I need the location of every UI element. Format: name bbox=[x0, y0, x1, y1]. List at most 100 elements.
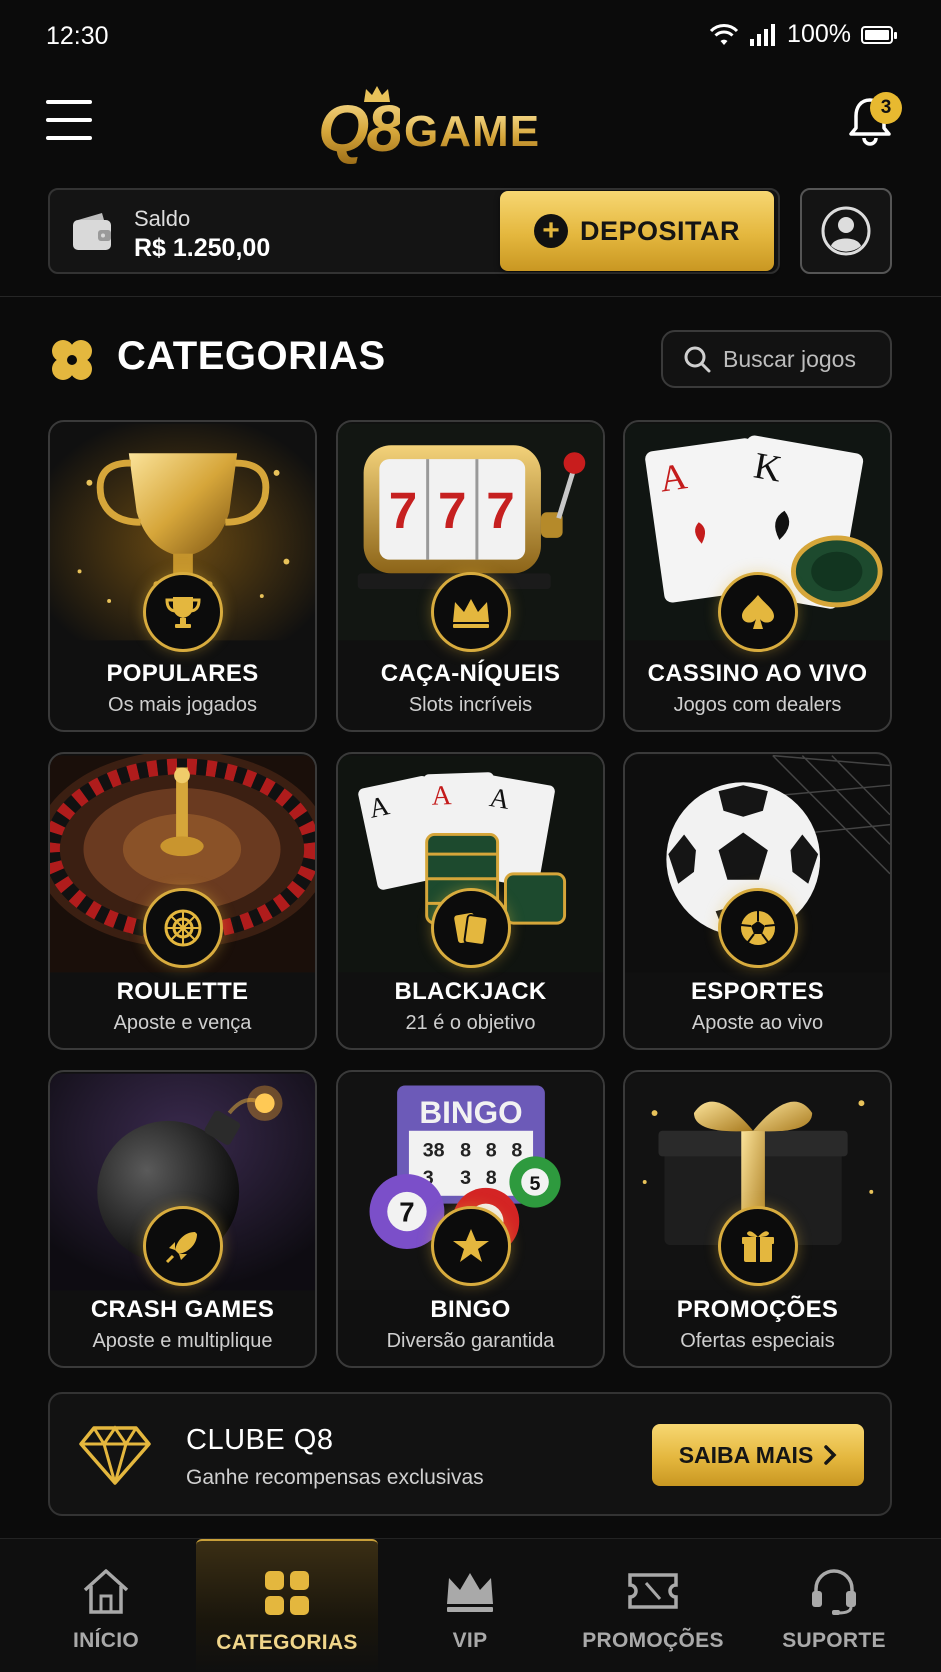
club-subtitle: Ganhe recompensas exclusivas bbox=[186, 1466, 484, 1489]
plus-circle-icon: + bbox=[533, 214, 568, 248]
search-placeholder: Buscar jogos bbox=[723, 345, 856, 372]
rocket-icon bbox=[142, 1206, 223, 1286]
card-title: POPULARES bbox=[106, 660, 259, 687]
spade-icon bbox=[717, 572, 798, 652]
svg-text:7: 7 bbox=[389, 482, 418, 539]
svg-text:3: 3 bbox=[460, 1167, 471, 1189]
q8-game-logo[interactable]: Q8 GAME bbox=[318, 86, 578, 168]
svg-text:7: 7 bbox=[438, 482, 467, 539]
card-subtitle: Aposte e vença bbox=[113, 1012, 252, 1034]
svg-text:A: A bbox=[657, 456, 689, 500]
headset-icon bbox=[812, 1569, 856, 1615]
saiba-mais-button[interactable]: SAIBA MAIS bbox=[652, 1424, 864, 1486]
search-games-input[interactable]: Buscar jogos bbox=[661, 330, 892, 388]
nav-label: PROMOÇÕES bbox=[582, 1629, 724, 1652]
user-avatar-icon bbox=[821, 206, 871, 256]
status-time: 12:30 bbox=[46, 22, 109, 50]
gift-icon bbox=[717, 1206, 798, 1286]
card-title: CAÇA-NÍQUEIS bbox=[380, 660, 561, 687]
logo-crown-icon bbox=[364, 86, 390, 102]
diamond-icon bbox=[79, 1425, 151, 1485]
card-subtitle: Slots incríveis bbox=[408, 694, 533, 716]
nav-item-vip[interactable]: VIP bbox=[392, 1539, 548, 1672]
nav-label: CATEGORIAS bbox=[216, 1631, 358, 1654]
card-subtitle: Ofertas especiais bbox=[680, 1330, 835, 1352]
notification-badge: 3 bbox=[870, 92, 902, 124]
card-title: ESPORTES bbox=[690, 978, 825, 1005]
nav-label: INÍCIO bbox=[73, 1629, 139, 1652]
category-card-roulette[interactable]: ROULETTE Aposte e vença bbox=[48, 752, 317, 1050]
balance-value: R$ 1.250,00 bbox=[134, 234, 271, 262]
card-subtitle: Diversão garantida bbox=[386, 1330, 555, 1352]
card-title: BLACKJACK bbox=[394, 978, 547, 1005]
nav-item-inicio[interactable]: INÍCIO bbox=[28, 1539, 184, 1672]
roulette-wheel-icon bbox=[142, 888, 223, 968]
clover-icon bbox=[52, 340, 92, 380]
deposit-label: DEPOSITAR bbox=[579, 215, 740, 246]
category-card-caca-niqueis[interactable]: 7 7 7 CAÇA-NÍQUEIS Slots incríveis bbox=[336, 420, 605, 732]
search-icon bbox=[684, 346, 711, 373]
nav-label: SUPORTE bbox=[782, 1629, 886, 1652]
star-icon bbox=[430, 1206, 511, 1286]
card-subtitle: Jogos com dealers bbox=[673, 694, 842, 716]
card-subtitle: Aposte e multiplique bbox=[92, 1330, 273, 1352]
svg-text:8: 8 bbox=[511, 1139, 522, 1161]
section-title: CATEGORIAS bbox=[117, 334, 386, 378]
app-header: Q8 GAME 3 bbox=[0, 70, 941, 180]
header-divider bbox=[0, 296, 941, 297]
trophy-icon bbox=[142, 572, 223, 652]
nav-item-categorias[interactable]: CATEGORIAS bbox=[196, 1539, 378, 1672]
card-title: CRASH GAMES bbox=[90, 1296, 275, 1323]
svg-text:8: 8 bbox=[460, 1139, 471, 1161]
ticket-icon bbox=[628, 1573, 678, 1609]
status-bar: 12:30 100% bbox=[0, 0, 941, 70]
cards-icon bbox=[430, 888, 511, 968]
card-subtitle: 21 é o objetivo bbox=[405, 1012, 536, 1034]
svg-text:8: 8 bbox=[486, 1139, 497, 1161]
battery-percent: 100% bbox=[787, 20, 851, 48]
category-card-promocoes[interactable]: PROMOÇÕES Ofertas especiais bbox=[623, 1070, 892, 1368]
card-title: PROMOÇÕES bbox=[676, 1296, 839, 1323]
battery-icon bbox=[861, 25, 897, 44]
card-title: BINGO bbox=[430, 1296, 511, 1323]
card-title: ROULETTE bbox=[116, 978, 249, 1005]
grid-icon bbox=[265, 1571, 309, 1615]
category-card-populares[interactable]: POPULARES Os mais jogados bbox=[48, 420, 317, 732]
svg-text:A: A bbox=[431, 779, 452, 811]
signal-icon bbox=[750, 23, 776, 46]
bottom-navigation: INÍCIO CATEGORIAS VIP PROMOÇÕES SUPORTE bbox=[0, 1538, 941, 1672]
svg-text:BINGO: BINGO bbox=[419, 1094, 522, 1130]
club-q8-banner: CLUBE Q8 Ganhe recompensas exclusivas SA… bbox=[48, 1392, 892, 1516]
crown-icon bbox=[430, 572, 511, 652]
status-indicators: 100% bbox=[709, 20, 897, 49]
card-subtitle: Os mais jogados bbox=[108, 694, 257, 716]
svg-text:8: 8 bbox=[486, 1167, 497, 1189]
category-card-esportes[interactable]: ESPORTES Aposte ao vivo bbox=[623, 752, 892, 1050]
profile-button[interactable] bbox=[800, 188, 892, 274]
saiba-mais-label: SAIBA MAIS bbox=[678, 1441, 814, 1468]
category-card-cassino-ao-vivo[interactable]: A K CASSINO AO VIVO Jogos com dealers bbox=[623, 420, 892, 732]
wallet-icon bbox=[73, 213, 111, 250]
deposit-button[interactable]: + DEPOSITAR bbox=[500, 191, 774, 271]
soccer-ball-icon bbox=[717, 888, 798, 968]
hamburger-menu-button[interactable] bbox=[46, 100, 92, 140]
chevron-right-icon bbox=[824, 1445, 837, 1465]
card-title: CASSINO AO VIVO bbox=[647, 660, 868, 687]
nav-item-suporte[interactable]: SUPORTE bbox=[764, 1539, 904, 1672]
club-title: CLUBE Q8 bbox=[186, 1424, 334, 1456]
crown-icon bbox=[447, 1573, 493, 1612]
category-card-blackjack[interactable]: A A A BLACKJACK 21 é o objetivo bbox=[336, 752, 605, 1050]
home-icon bbox=[83, 1569, 129, 1614]
category-card-crash-games[interactable]: CRASH GAMES Aposte e multiplique bbox=[48, 1070, 317, 1368]
svg-text:7: 7 bbox=[486, 482, 515, 539]
wifi-icon bbox=[709, 23, 739, 45]
svg-text:7: 7 bbox=[399, 1196, 414, 1227]
svg-text:5: 5 bbox=[530, 1173, 541, 1195]
card-subtitle: Aposte ao vivo bbox=[691, 1012, 824, 1034]
balance-label: Saldo bbox=[134, 206, 191, 231]
category-card-bingo[interactable]: BINGO 38 8 8 8 3 3 8 8 7 5 5 BINGO Diver… bbox=[336, 1070, 605, 1368]
svg-text:38: 38 bbox=[423, 1139, 445, 1161]
nav-label: VIP bbox=[452, 1629, 488, 1652]
nav-item-promocoes[interactable]: PROMOÇÕES bbox=[572, 1539, 734, 1672]
logo-text: GAME bbox=[404, 107, 541, 156]
